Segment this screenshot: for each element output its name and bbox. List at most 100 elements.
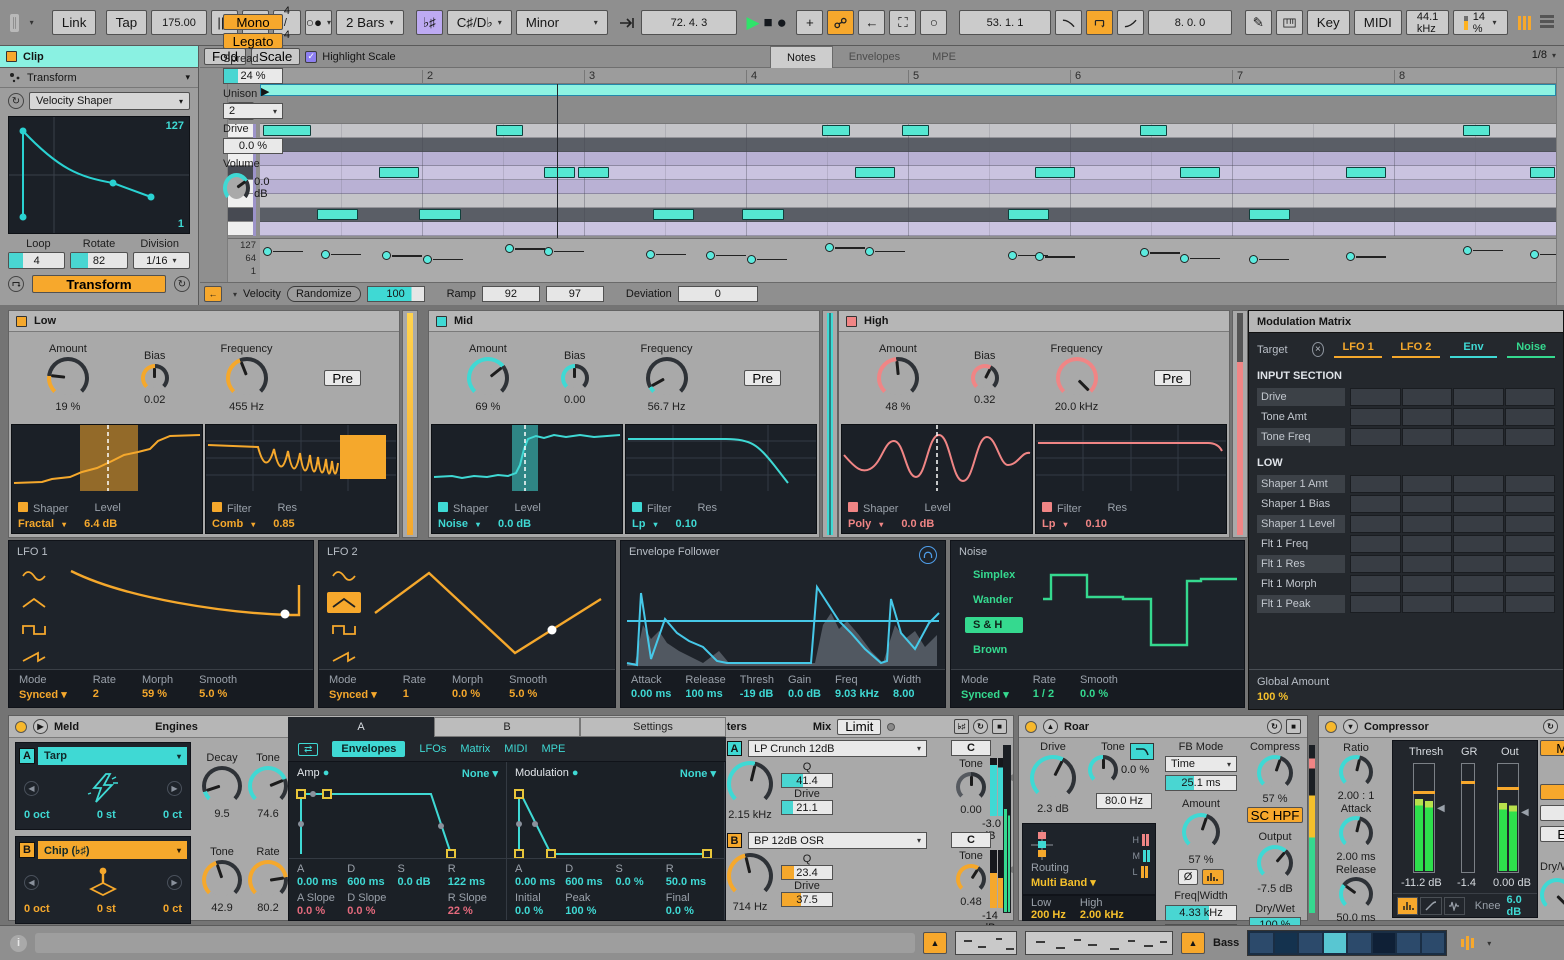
mod-peak[interactable]: 100 % xyxy=(565,905,615,917)
low-res-value[interactable]: 0.85 xyxy=(273,518,294,530)
engine-b-selector[interactable]: Chip (♭♯)▾ xyxy=(38,841,187,859)
engine-a-selector[interactable]: Tarp▾ xyxy=(38,747,187,765)
matrix-cell[interactable] xyxy=(1350,535,1401,553)
amp-sustain[interactable]: 0.0 dB xyxy=(398,876,448,888)
roar-compress-knob[interactable] xyxy=(1257,755,1293,791)
subtab-matrix[interactable]: Matrix xyxy=(460,743,490,755)
velocity-marker[interactable] xyxy=(865,247,874,256)
matrix-cell[interactable] xyxy=(1402,555,1453,573)
subtab-lfos[interactable]: LFOs xyxy=(419,743,446,755)
midi-note[interactable] xyxy=(1140,125,1167,136)
roar-drive-knob[interactable] xyxy=(1030,755,1076,801)
loop-switch[interactable] xyxy=(1086,10,1113,35)
grid-resolution[interactable]: 1/8▾ xyxy=(1532,49,1556,61)
cpu-meter[interactable]: 14 %▾ xyxy=(1453,10,1507,35)
matrix-cell[interactable] xyxy=(1402,595,1453,613)
transfer-curve-icon[interactable] xyxy=(1420,897,1441,915)
engine-a-tone-knob[interactable] xyxy=(248,766,288,806)
threshold-handle[interactable]: ◀ xyxy=(1437,803,1445,814)
envf-thresh[interactable]: -19 dB xyxy=(740,688,774,700)
matrix-source-lfo2[interactable]: LFO 2 xyxy=(1392,341,1440,358)
mod-final[interactable]: 0.0 % xyxy=(666,905,716,917)
low-bias-knob[interactable] xyxy=(141,364,169,392)
matrix-cell[interactable] xyxy=(1453,575,1504,593)
amp-release[interactable]: 122 ms xyxy=(448,876,498,888)
global-amount-value[interactable]: 100 % xyxy=(1257,691,1555,703)
high-pre-button[interactable]: Pre xyxy=(1154,370,1191,386)
collapse-caret-icon[interactable]: ▾ xyxy=(185,72,190,83)
matrix-cell[interactable] xyxy=(1453,475,1504,493)
stop-button[interactable]: ■ xyxy=(764,10,773,36)
mod-release[interactable]: 50.0 ms xyxy=(666,876,716,888)
record-button[interactable]: ● xyxy=(777,10,787,36)
quantize-menu-button[interactable]: 2 Bars▾ xyxy=(336,10,404,35)
filter-b-type-selector[interactable]: BP 12dB OSR▾ xyxy=(748,832,927,849)
matrix-cell[interactable] xyxy=(1505,595,1556,613)
scale-name-selector[interactable]: Minor▾ xyxy=(516,10,608,35)
overview-dropdown-icon[interactable]: ▾ xyxy=(1487,939,1491,948)
matrix-cell[interactable] xyxy=(1350,555,1401,573)
crossover-low-value[interactable]: 200 Hz xyxy=(1031,909,1066,921)
metronome-button[interactable]: ○●▾ xyxy=(305,10,332,35)
velocity-marker[interactable] xyxy=(544,247,553,256)
engine-a-oct[interactable]: 0 oct xyxy=(24,809,50,821)
mid-shaper-scope[interactable]: ShaperLevel Noise ▾0.0 dB xyxy=(431,424,623,534)
loop-length-field[interactable]: 8. 0. 0 xyxy=(1148,10,1232,35)
division-selector[interactable]: 1/16▾ xyxy=(133,252,190,269)
meld-expand-icon[interactable]: ▶ xyxy=(33,719,48,734)
mid-bias-knob[interactable] xyxy=(561,364,589,392)
amp-a-slope[interactable]: 0.0 % xyxy=(297,905,347,917)
lfo2-rate[interactable]: 1 xyxy=(403,688,426,700)
lane-collapse-button[interactable]: ← xyxy=(204,286,222,302)
velocity-marker[interactable] xyxy=(505,244,514,253)
lfo1-waveform-display[interactable] xyxy=(57,561,307,669)
noise-type-brown[interactable]: Brown xyxy=(965,642,1023,658)
high-amount-knob[interactable] xyxy=(877,357,919,399)
matrix-cell[interactable] xyxy=(1505,515,1556,533)
envf-gain[interactable]: 0.0 dB xyxy=(788,688,821,700)
engine-a-ct[interactable]: 0 ct xyxy=(163,809,182,821)
punch-out-icon[interactable] xyxy=(1117,10,1144,35)
rotate-value-field[interactable]: 82 xyxy=(70,252,127,269)
matrix-cell[interactable] xyxy=(1453,408,1504,426)
follow-icon[interactable] xyxy=(619,10,637,36)
spread-field[interactable]: 24 % xyxy=(223,68,283,84)
low-amount-knob[interactable] xyxy=(47,357,89,399)
tap-tempo-button[interactable]: Tap xyxy=(106,10,148,35)
device-chain-overview[interactable] xyxy=(1247,930,1447,956)
high-band-checkbox[interactable] xyxy=(846,316,857,327)
meld-tab-settings[interactable]: Settings xyxy=(580,717,726,737)
sidechain-listen-icon[interactable] xyxy=(919,546,937,564)
matrix-cell[interactable] xyxy=(1505,475,1556,493)
mid-shaper-type[interactable]: Noise ▾ xyxy=(438,518,480,530)
midi-note[interactable] xyxy=(1249,209,1290,220)
mod-env-mod-selector[interactable]: None ▾ xyxy=(680,767,716,780)
midi-note[interactable] xyxy=(653,209,694,220)
noise-waveform-display[interactable] xyxy=(1041,559,1241,669)
midi-note[interactable] xyxy=(317,209,358,220)
clip-loop-brace[interactable]: ▶ xyxy=(260,84,1556,96)
lfo1-morph[interactable]: 59 % xyxy=(142,688,173,700)
scale-mode-toggle[interactable]: ♭♯ xyxy=(416,10,443,35)
mix-a-tone-knob[interactable] xyxy=(956,772,986,802)
low-filter-scope[interactable]: FilterRes Comb ▾0.85 xyxy=(205,424,397,534)
velocity-marker[interactable] xyxy=(747,255,756,264)
engine-a-decay-knob[interactable] xyxy=(202,766,242,806)
envf-width[interactable]: 8.00 xyxy=(893,688,921,700)
mod-sustain[interactable]: 0.0 % xyxy=(616,876,666,888)
subtab-midi[interactable]: MIDI xyxy=(504,743,527,755)
comp-drywet-knob[interactable] xyxy=(1540,878,1564,912)
matrix-cell[interactable] xyxy=(1453,495,1504,513)
lfo2-smooth[interactable]: 5.0 % xyxy=(509,688,547,700)
tab-notes[interactable]: Notes xyxy=(770,46,833,68)
amp-attack[interactable]: 0.00 ms xyxy=(297,876,347,888)
new-midi-track-button[interactable]: + xyxy=(796,10,823,35)
lfo1-rate[interactable]: 2 xyxy=(93,688,116,700)
clip-fold-button[interactable]: ▲ xyxy=(923,932,947,954)
randomize-amount-field[interactable]: 100 xyxy=(367,286,425,302)
amp-envelope[interactable]: Amp ● None ▾ A0.00 ms D600 ms S0.0 dB R1… xyxy=(289,762,507,920)
midi-map-button[interactable]: MIDI xyxy=(1354,10,1402,35)
noise-type-wander[interactable]: Wander xyxy=(965,592,1023,608)
matrix-cell[interactable] xyxy=(1505,495,1556,513)
matrix-cell[interactable] xyxy=(1402,475,1453,493)
